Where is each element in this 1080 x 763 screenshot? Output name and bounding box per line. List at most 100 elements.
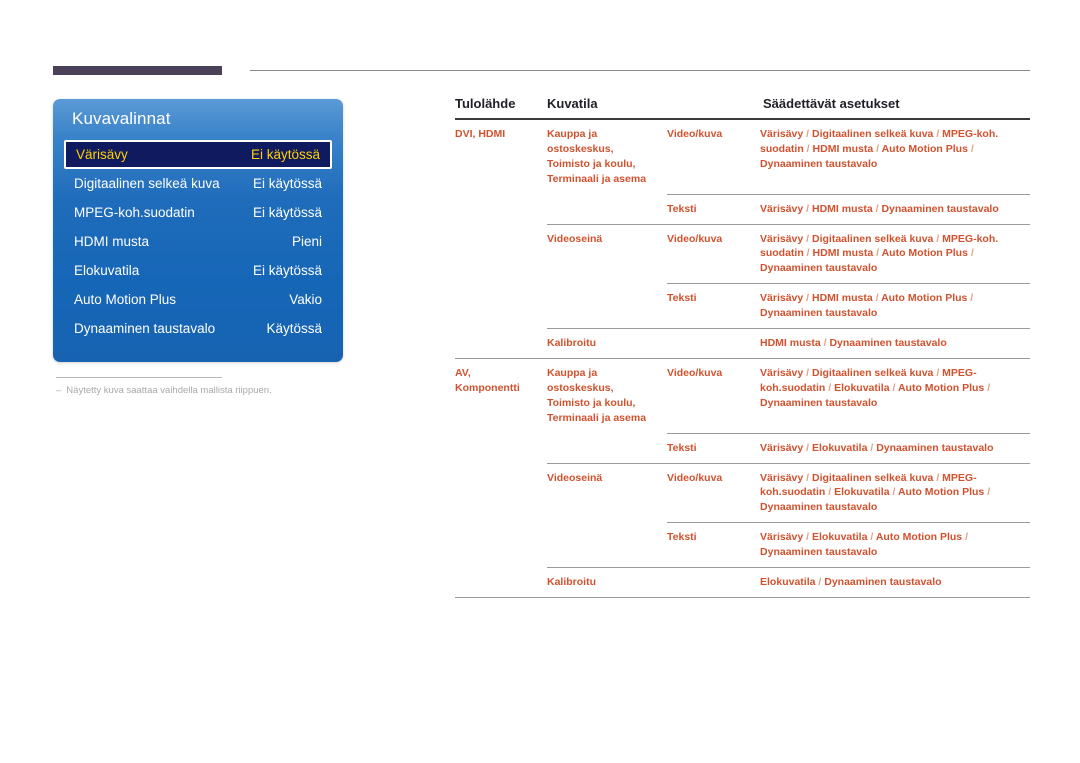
cell-adjustable: Elokuvatila / Dynaaminen taustavalo (760, 576, 942, 589)
header-accent-bar (53, 66, 222, 75)
value-separator: / (933, 128, 943, 140)
osd-item-4[interactable]: Elokuvatila Ei käytössä (64, 256, 332, 285)
col-header-mode: Kuvatila (547, 96, 598, 111)
osd-item-2[interactable]: MPEG-koh.suodatin Ei käytössä (64, 198, 332, 227)
value-separator: / (933, 471, 943, 484)
value-separator: / (867, 441, 877, 454)
cell-source-empty (455, 433, 547, 462)
cell-source-empty (455, 463, 547, 522)
osd-item-value: Ei käytössä (252, 176, 322, 191)
value-separator: / (984, 486, 991, 499)
value-separator: / (803, 128, 812, 140)
cell-source-empty (455, 194, 547, 223)
table-header-row: Tulolähde Kuvatila Säädettävät asetukset (455, 96, 1030, 118)
cell-sub-mode: Teksti (667, 531, 697, 544)
cell-adjustable: Värisävy / Elokuvatila / Dynaaminen taus… (760, 441, 994, 454)
cell-mode-empty (547, 523, 667, 567)
value-separator: / (873, 142, 882, 155)
cell-sub-mode: Video/kuva (667, 128, 723, 140)
table-row: DVI, HDMI Kauppa ja ostoskeskus, Toimisto j… (455, 119, 1030, 194)
cell-adjustable: Värisävy / Elokuvatila / Auto Motion Plu… (760, 531, 968, 559)
table-divider (455, 596, 1031, 598)
osd-item-value: Vakio (289, 292, 322, 307)
cell-mode-empty (547, 284, 667, 328)
osd-item-value: Ei käytössä (252, 205, 322, 220)
osd-title: Kuvavalinnat (72, 109, 171, 128)
cell-source-empty (455, 224, 547, 283)
table-row: Videoseinä Video/kuva Värisävy / Digitaali… (455, 463, 1030, 522)
cell-adjustable: Värisävy / Digitaalinen selkeä kuva / MP… (760, 471, 991, 514)
cell-sub-mode: Teksti (667, 441, 697, 454)
cell-adjustable: Värisävy / Digitaalinen selkeä kuva / MP… (760, 128, 999, 170)
footnote-text: Näytetty kuva saattaa vaihdella mallista… (66, 385, 272, 396)
osd-item-value: Pieni (291, 234, 322, 249)
cell-adjustable: Värisävy / Digitaalinen selkeä kuva / MP… (760, 232, 999, 275)
cell-mode: Kauppa ja ostoskeskus, Toimisto ja koulu, T… (547, 128, 647, 185)
cell-source-empty (455, 329, 547, 358)
cell-mode: Kalibroitu (547, 576, 596, 589)
osd-item-value: Käytössä (266, 321, 322, 336)
cell-sub-mode (667, 568, 760, 597)
osd-item-6[interactable]: Dynaaminen taustavalo Käytössä (64, 314, 332, 343)
table-row: Kalibroitu Elokuvatila / Dynaaminen taust… (455, 568, 1030, 597)
osd-item-value: Ei käytössä (252, 263, 322, 278)
osd-item-3[interactable]: HDMI musta Pieni (64, 227, 332, 256)
value-separator: / (825, 486, 835, 499)
cell-source-empty (455, 523, 547, 567)
cell-sub-mode (667, 329, 760, 358)
footnote-dash: ‒ (56, 385, 62, 396)
value-separator: / (820, 337, 830, 350)
value-separator: / (803, 531, 812, 544)
osd-item-value: Ei käytössä (250, 147, 320, 162)
osd-item-1[interactable]: Digitaalinen selkeä kuva Ei käytössä (64, 169, 332, 198)
value-separator: / (873, 247, 882, 260)
value-separator: / (867, 531, 876, 544)
value-separator: / (933, 366, 943, 379)
table-row: Teksti Värisävy / HDMI musta / Dynaaminen… (455, 194, 1030, 223)
table-row: AV, Komponentti Kauppa ja ostoskeskus, Toimi… (455, 358, 1030, 432)
value-separator: / (803, 366, 812, 379)
cell-sub-mode: Teksti (667, 292, 697, 305)
value-separator: / (803, 292, 812, 305)
value-separator: / (889, 486, 898, 499)
cell-adjustable: Värisävy / HDMI musta / Auto Motion Plus… (760, 292, 974, 320)
osd-item-5[interactable]: Auto Motion Plus Vakio (64, 285, 332, 314)
footnote-rule (56, 377, 222, 378)
cell-mode-empty (547, 194, 667, 223)
osd-menu-list: Värisävy Ei käytössä Digitaalinen selkeä k… (64, 140, 332, 343)
table-row: Teksti Värisävy / Elokuvatila / Auto Moti… (455, 523, 1030, 567)
cell-sub-mode: Video/kuva (667, 232, 723, 245)
cell-source: DVI, HDMI (455, 128, 506, 140)
value-separator: / (967, 247, 974, 260)
osd-item-0[interactable]: Värisävy Ei käytössä (64, 140, 332, 169)
cell-sub-mode: Video/kuva (667, 471, 723, 484)
cell-mode: Videoseinä (547, 232, 603, 245)
spec-table-head: Tulolähde Kuvatila Säädettävät asetukset (455, 96, 1031, 120)
cell-mode: Videoseinä (547, 471, 603, 484)
osd-item-label: HDMI musta (74, 234, 150, 249)
value-separator: / (803, 202, 812, 215)
col-header-source: Tulolähde (455, 96, 516, 111)
cell-mode-empty (547, 433, 667, 462)
value-separator: / (825, 381, 835, 394)
value-separator: / (889, 381, 898, 394)
cell-adjustable: HDMI musta / Dynaaminen taustavalo (760, 337, 947, 350)
osd-item-label: Elokuvatila (74, 263, 140, 278)
cell-source-empty (455, 284, 547, 328)
value-separator: / (815, 576, 825, 589)
osd-item-label: Dynaaminen taustavalo (74, 321, 216, 336)
cell-adjustable: Värisävy / HDMI musta / Dynaaminen taust… (760, 202, 999, 215)
header-rule (250, 70, 1030, 71)
osd-panel: Kuvavalinnat Värisävy Ei käytössä Digitaal… (53, 99, 343, 362)
footnote: ‒ Näytetty kuva saattaa vaihdella mallis… (56, 385, 396, 396)
osd-item-label: Värisävy (76, 147, 128, 162)
value-separator: / (803, 441, 812, 454)
spec-table-body: DVI, HDMI Kauppa ja ostoskeskus, Toimisto j… (455, 119, 1031, 598)
table-row: Kalibroitu HDMI musta / Dynaaminen tausta… (455, 329, 1030, 358)
cell-sub-mode: Teksti (667, 202, 697, 215)
value-separator: / (933, 232, 943, 245)
value-separator: / (984, 381, 991, 394)
spec-table-container: Tulolähde Kuvatila Säädettävät asetukset… (455, 96, 1031, 598)
table-row: Teksti Värisävy / HDMI musta / Auto Motio… (455, 284, 1030, 328)
value-separator: / (872, 202, 882, 215)
